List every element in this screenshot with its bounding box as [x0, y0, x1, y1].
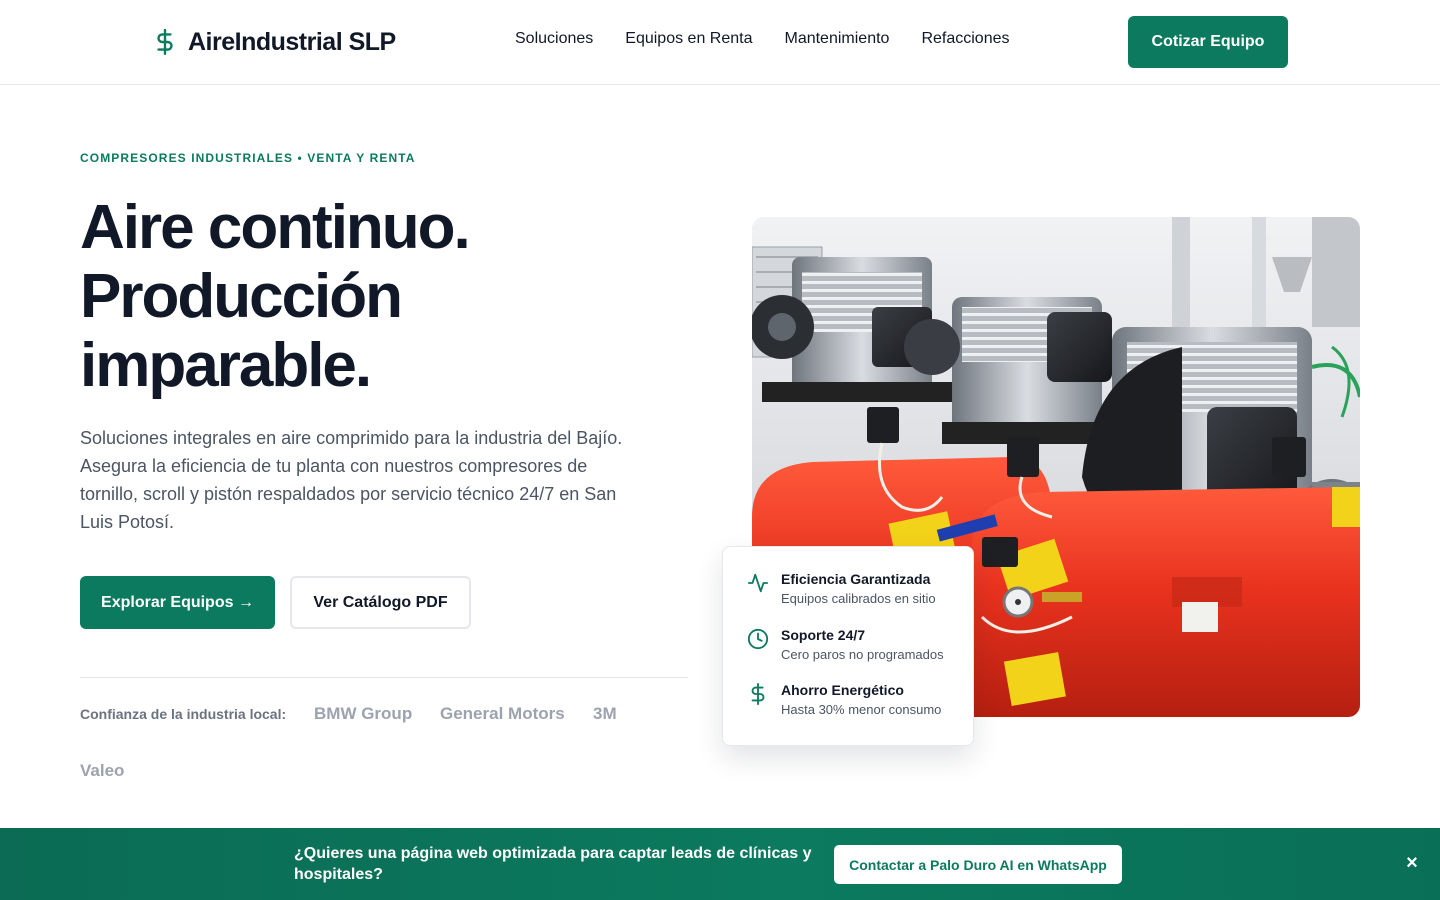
feature-savings: Ahorro Energético Hasta 30% menor consum… [747, 682, 941, 717]
divider [80, 677, 688, 678]
feature-subtitle: Equipos calibrados en sitio [781, 591, 936, 606]
feature-subtitle: Hasta 30% menor consumo [781, 702, 942, 717]
logo-text: AireIndustrial SLP [188, 27, 396, 56]
brand-logo-bmw: BMW Group [314, 704, 413, 723]
explore-equipment-button[interactable]: Explorar Equipos → [80, 576, 275, 629]
nav-item-mantenimiento[interactable]: Mantenimiento [784, 30, 889, 48]
site-header: AireIndustrial SLP Soluciones Equipos en… [0, 0, 1440, 85]
headline-line-1: Aire continuo. [80, 193, 471, 262]
brand-logo-general-motors: General Motors [440, 704, 565, 723]
features-card: Eficiencia Garantizada Equipos calibrado… [722, 546, 974, 746]
feature-efficiency: Eficiencia Garantizada Equipos calibrado… [747, 571, 936, 606]
close-icon[interactable]: × [1401, 852, 1423, 874]
quote-equipment-button[interactable]: Cotizar Equipo [1128, 16, 1288, 68]
feature-title: Soporte 24/7 [781, 627, 866, 643]
feature-title: Eficiencia Garantizada [781, 571, 931, 587]
whatsapp-contact-button[interactable]: Contactar a Palo Duro AI en WhatsApp [834, 845, 1122, 884]
brand-logo-3m: 3M [593, 704, 617, 723]
nav-item-soluciones[interactable]: Soluciones [515, 30, 593, 48]
headline-line-3: imparable. [80, 331, 372, 400]
dollar-sign-icon [747, 683, 769, 705]
nav-item-refacciones[interactable]: Refacciones [921, 30, 1009, 48]
feature-subtitle: Cero paros no programados [781, 647, 944, 662]
hero-eyebrow: COMPRESORES INDUSTRIALES • VENTA Y RENTA [80, 151, 416, 165]
feature-title: Ahorro Energético [781, 682, 904, 698]
clock-icon [747, 628, 769, 650]
main-nav: Soluciones Equipos en Renta Mantenimient… [515, 30, 1009, 48]
feature-support: Soporte 24/7 Cero paros no programados [747, 627, 944, 662]
hero-lead: Soluciones integrales en aire comprimido… [80, 428, 623, 532]
activity-icon [747, 572, 769, 594]
dollar-sign-icon [152, 24, 178, 60]
brand-logo-valeo: Valeo [80, 761, 125, 780]
nav-item-equipos-en-renta[interactable]: Equipos en Renta [625, 30, 752, 48]
logo[interactable]: AireIndustrial SLP [152, 24, 396, 60]
hero-headline: Aire continuo. Producción imparable. [80, 193, 700, 400]
headline-line-2: Producción [80, 262, 403, 331]
promo-banner: ¿Quieres una página web optimizada para … [0, 828, 1440, 900]
trust-label: Confianza de la industria local: [80, 706, 287, 722]
banner-text: ¿Quieres una página web optimizada para … [294, 845, 812, 883]
view-catalog-pdf-button[interactable]: Ver Catálogo PDF [290, 576, 471, 629]
